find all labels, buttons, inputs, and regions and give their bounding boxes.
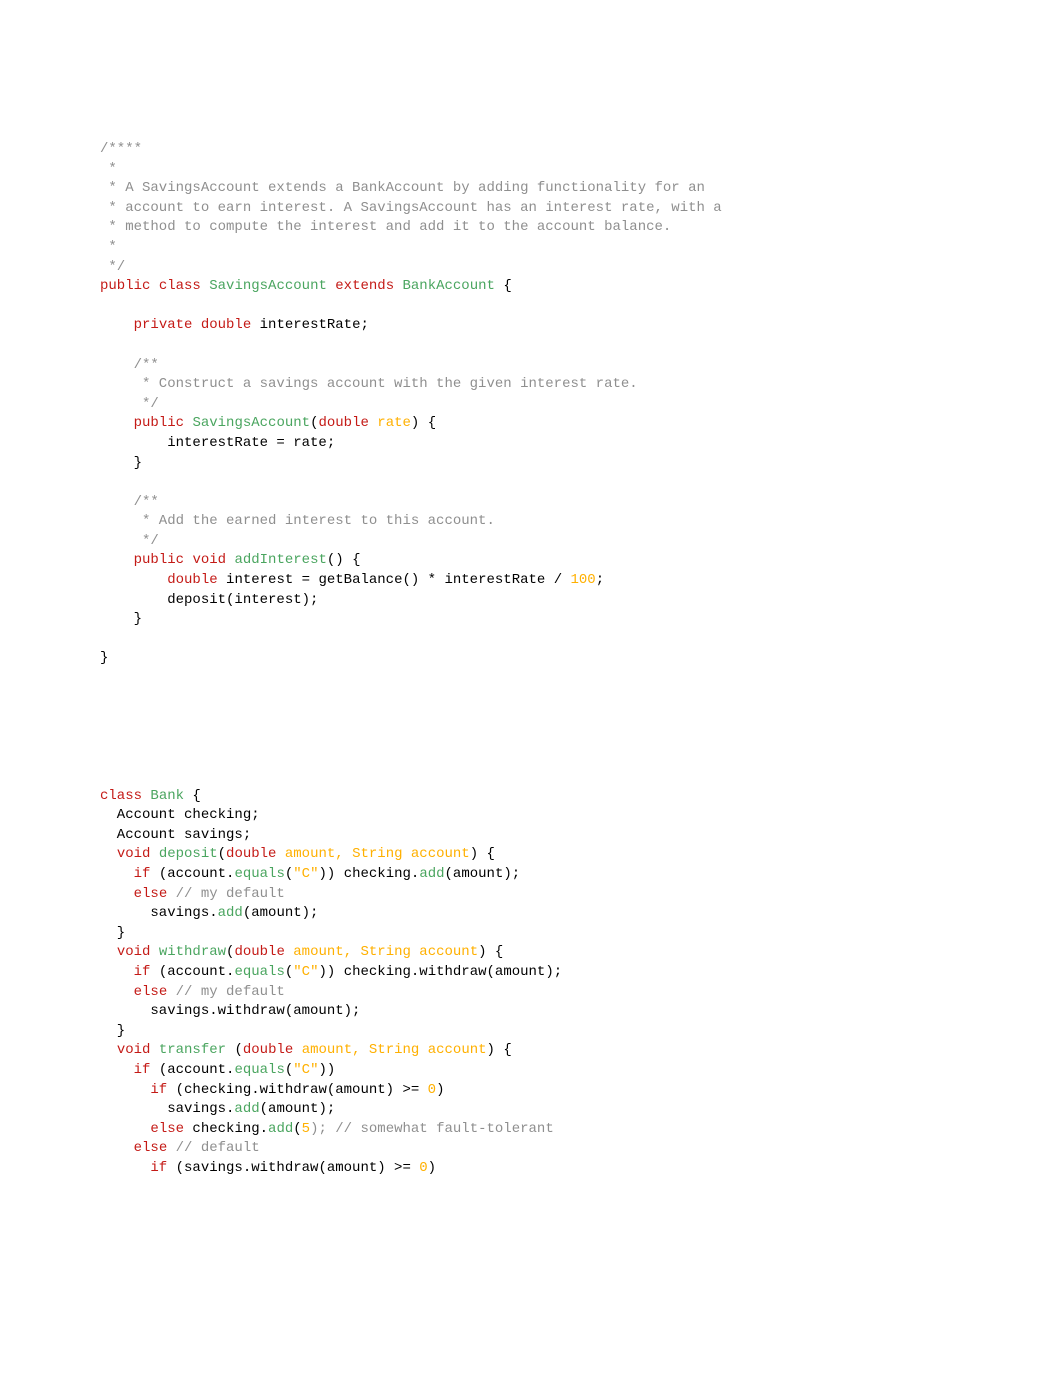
keyword-public: public: [100, 278, 150, 294]
number-literal: 0: [428, 1082, 436, 1098]
keyword-void: void: [117, 846, 151, 862]
keyword-else: else: [134, 1140, 168, 1156]
comment-line: */: [100, 396, 159, 412]
keyword-class: class: [100, 788, 142, 804]
code-line: Account checking;: [100, 807, 260, 823]
comment-inline: // my default: [167, 984, 285, 1000]
comment-line: * account to earn interest. A SavingsAcc…: [100, 200, 722, 216]
code-line: (account.: [150, 866, 234, 882]
keyword-if: if: [100, 1160, 167, 1176]
class-name: SavingsAccount: [209, 278, 327, 294]
keyword-if: if: [134, 1062, 151, 1078]
keyword-if: if: [134, 964, 151, 980]
code-line: savings.: [100, 1101, 234, 1117]
keyword-double: double: [234, 944, 284, 960]
code-line: (account.: [150, 1062, 234, 1078]
comment-line: /**: [100, 494, 159, 510]
comment-line: */: [100, 259, 125, 275]
keyword-double: double: [201, 317, 251, 333]
number-literal: 0: [419, 1160, 427, 1176]
keyword-double: double: [318, 415, 368, 431]
param-list: amount, String account: [285, 846, 470, 862]
method-call: add: [234, 1101, 259, 1117]
comment-line: /****: [100, 141, 142, 157]
keyword-double: double: [167, 572, 217, 588]
code-line: deposit(interest);: [100, 592, 318, 608]
comment-inline: // default: [167, 1140, 259, 1156]
param-list: amount, String account: [302, 1042, 487, 1058]
keyword-double: double: [226, 846, 276, 862]
comment-line: */: [100, 533, 159, 549]
number-literal: 100: [571, 572, 596, 588]
method-call: equals: [234, 1062, 284, 1078]
code-line: (checking.withdraw(amount) >=: [167, 1082, 427, 1098]
code-line: savings.: [100, 905, 218, 921]
code-line: interest = getBalance() * interestRate /: [218, 572, 571, 588]
string-literal: "C": [293, 1062, 318, 1078]
comment-inline: // my default: [167, 886, 285, 902]
method-name: deposit: [159, 846, 218, 862]
comment-line: *: [100, 239, 117, 255]
comment-line: /**: [100, 357, 159, 373]
method-name: withdraw: [159, 944, 226, 960]
comment-line: * method to compute the interest and add…: [100, 219, 671, 235]
keyword-private: private: [134, 317, 193, 333]
method-call: add: [268, 1121, 293, 1137]
method-name: addInterest: [234, 552, 326, 568]
code-line: (amount);: [445, 866, 521, 882]
method-name: SavingsAccount: [192, 415, 310, 431]
comment-line: * Construct a savings account with the g…: [100, 376, 638, 392]
code-line: (amount);: [260, 1101, 336, 1117]
keyword-public: public: [134, 415, 184, 431]
comment-line: *: [100, 161, 117, 177]
code-line: (account.: [150, 964, 234, 980]
class-name: Bank: [150, 788, 184, 804]
keyword-void: void: [117, 944, 151, 960]
keyword-if: if: [134, 866, 151, 882]
method-call: add: [419, 866, 444, 882]
code-line: (amount);: [243, 905, 319, 921]
method-call: equals: [234, 866, 284, 882]
keyword-public: public: [134, 552, 184, 568]
param-list: amount, String account: [293, 944, 478, 960]
code-line: [100, 572, 167, 588]
comment-inline: ); // somewhat fault-tolerant: [310, 1121, 554, 1137]
comment-line: * A SavingsAccount extends a BankAccount…: [100, 180, 705, 196]
code-line: interestRate = rate;: [100, 435, 335, 451]
method-call: add: [218, 905, 243, 921]
code-line: (savings.withdraw(amount) >=: [167, 1160, 419, 1176]
code-document: /**** * * A SavingsAccount extends a Ban…: [0, 0, 1062, 1377]
string-literal: "C": [293, 964, 318, 980]
method-name: transfer: [159, 1042, 226, 1058]
code-line: savings.withdraw(amount);: [100, 1003, 360, 1019]
var-name: interestRate;: [260, 317, 369, 333]
keyword-extends: extends: [335, 278, 394, 294]
method-call: equals: [234, 964, 284, 980]
class-name: BankAccount: [403, 278, 495, 294]
keyword-double: double: [243, 1042, 293, 1058]
keyword-else: else: [150, 1121, 184, 1137]
code-line: checking.: [184, 1121, 268, 1137]
code-line: Account savings;: [100, 827, 251, 843]
comment-line: * Add the earned interest to this accoun…: [100, 513, 495, 529]
code-line: )) checking.: [318, 866, 419, 882]
keyword-void: void: [192, 552, 226, 568]
keyword-void: void: [117, 1042, 151, 1058]
keyword-else: else: [134, 886, 168, 902]
param-name: rate: [377, 415, 411, 431]
keyword-else: else: [134, 984, 168, 1000]
keyword-class: class: [159, 278, 201, 294]
number-literal: 5: [302, 1121, 310, 1137]
code-line: )) checking.withdraw(amount);: [318, 964, 562, 980]
string-literal: "C": [293, 866, 318, 882]
keyword-if: if: [100, 1082, 167, 1098]
